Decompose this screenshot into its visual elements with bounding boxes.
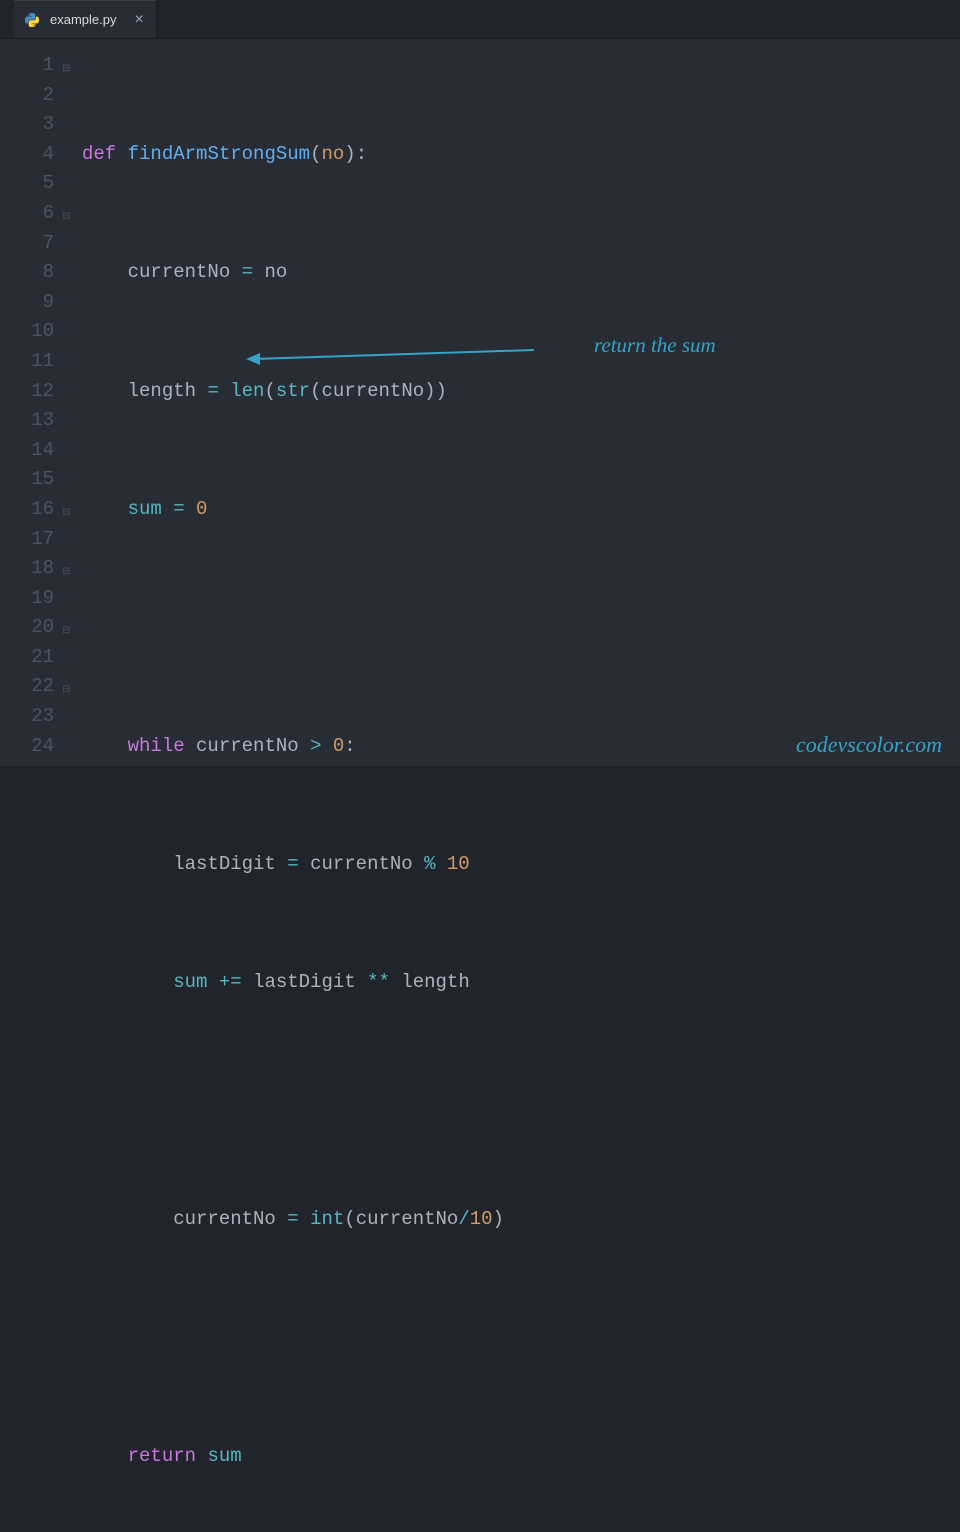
- code-area[interactable]: def findArmStrongSum(no): currentNo = no…: [80, 49, 960, 766]
- line-number: 3: [0, 110, 54, 140]
- line-number: 21: [0, 643, 54, 673]
- line-number: 24: [0, 732, 54, 762]
- code-line[interactable]: sum += lastDigit ** length: [82, 968, 960, 998]
- line-number: 13: [0, 406, 54, 436]
- code-line[interactable]: return sum: [82, 1442, 960, 1472]
- fold-gutter: ⊟ ⊟ ⊟ ⊟ ⊟ ⊟: [62, 49, 80, 766]
- line-number: 11: [0, 347, 54, 377]
- fold-icon[interactable]: ⊟: [62, 675, 80, 705]
- line-number: 16: [0, 495, 54, 525]
- line-number: 10: [0, 317, 54, 347]
- code-line[interactable]: currentNo = int(currentNo/10): [82, 1205, 960, 1235]
- code-line[interactable]: currentNo = no: [82, 258, 960, 288]
- line-number: 8: [0, 258, 54, 288]
- code-line[interactable]: [82, 1324, 960, 1354]
- line-number: 2: [0, 81, 54, 111]
- line-number: 22: [0, 672, 54, 702]
- line-number: 9: [0, 288, 54, 318]
- code-line[interactable]: lastDigit = currentNo % 10: [82, 850, 960, 880]
- close-icon[interactable]: ×: [134, 11, 143, 29]
- line-number: 14: [0, 436, 54, 466]
- code-line[interactable]: sum = 0: [82, 495, 960, 525]
- code-editor[interactable]: 1 2 3 4 5 6 7 8 9 10 11 12 13 14 15 16 1…: [0, 38, 960, 766]
- line-number: 1: [0, 51, 54, 81]
- line-number: 17: [0, 525, 54, 555]
- fold-icon[interactable]: ⊟: [62, 557, 80, 587]
- line-number: 5: [0, 169, 54, 199]
- line-number: 18: [0, 554, 54, 584]
- tab-bar: example.py ×: [0, 0, 960, 38]
- line-number: 12: [0, 377, 54, 407]
- line-number: 6: [0, 199, 54, 229]
- line-number: 15: [0, 465, 54, 495]
- line-number: 20: [0, 613, 54, 643]
- code-line[interactable]: [82, 613, 960, 643]
- line-number: 23: [0, 702, 54, 732]
- tab-example-py[interactable]: example.py ×: [14, 0, 157, 38]
- fold-icon[interactable]: ⊟: [62, 616, 80, 646]
- line-number: 7: [0, 229, 54, 259]
- line-number: 19: [0, 584, 54, 614]
- python-file-icon: [24, 12, 40, 28]
- code-line[interactable]: length = len(str(currentNo)): [82, 377, 960, 407]
- fold-icon[interactable]: ⊟: [62, 498, 80, 528]
- code-line[interactable]: def findArmStrongSum(no):: [82, 140, 960, 170]
- line-number-gutter: 1 2 3 4 5 6 7 8 9 10 11 12 13 14 15 16 1…: [0, 49, 62, 766]
- code-line[interactable]: while currentNo > 0:: [82, 732, 960, 762]
- code-line[interactable]: [82, 1087, 960, 1117]
- fold-icon[interactable]: ⊟: [62, 54, 80, 84]
- fold-icon[interactable]: ⊟: [62, 202, 80, 232]
- tab-filename: example.py: [50, 12, 116, 27]
- line-number: 4: [0, 140, 54, 170]
